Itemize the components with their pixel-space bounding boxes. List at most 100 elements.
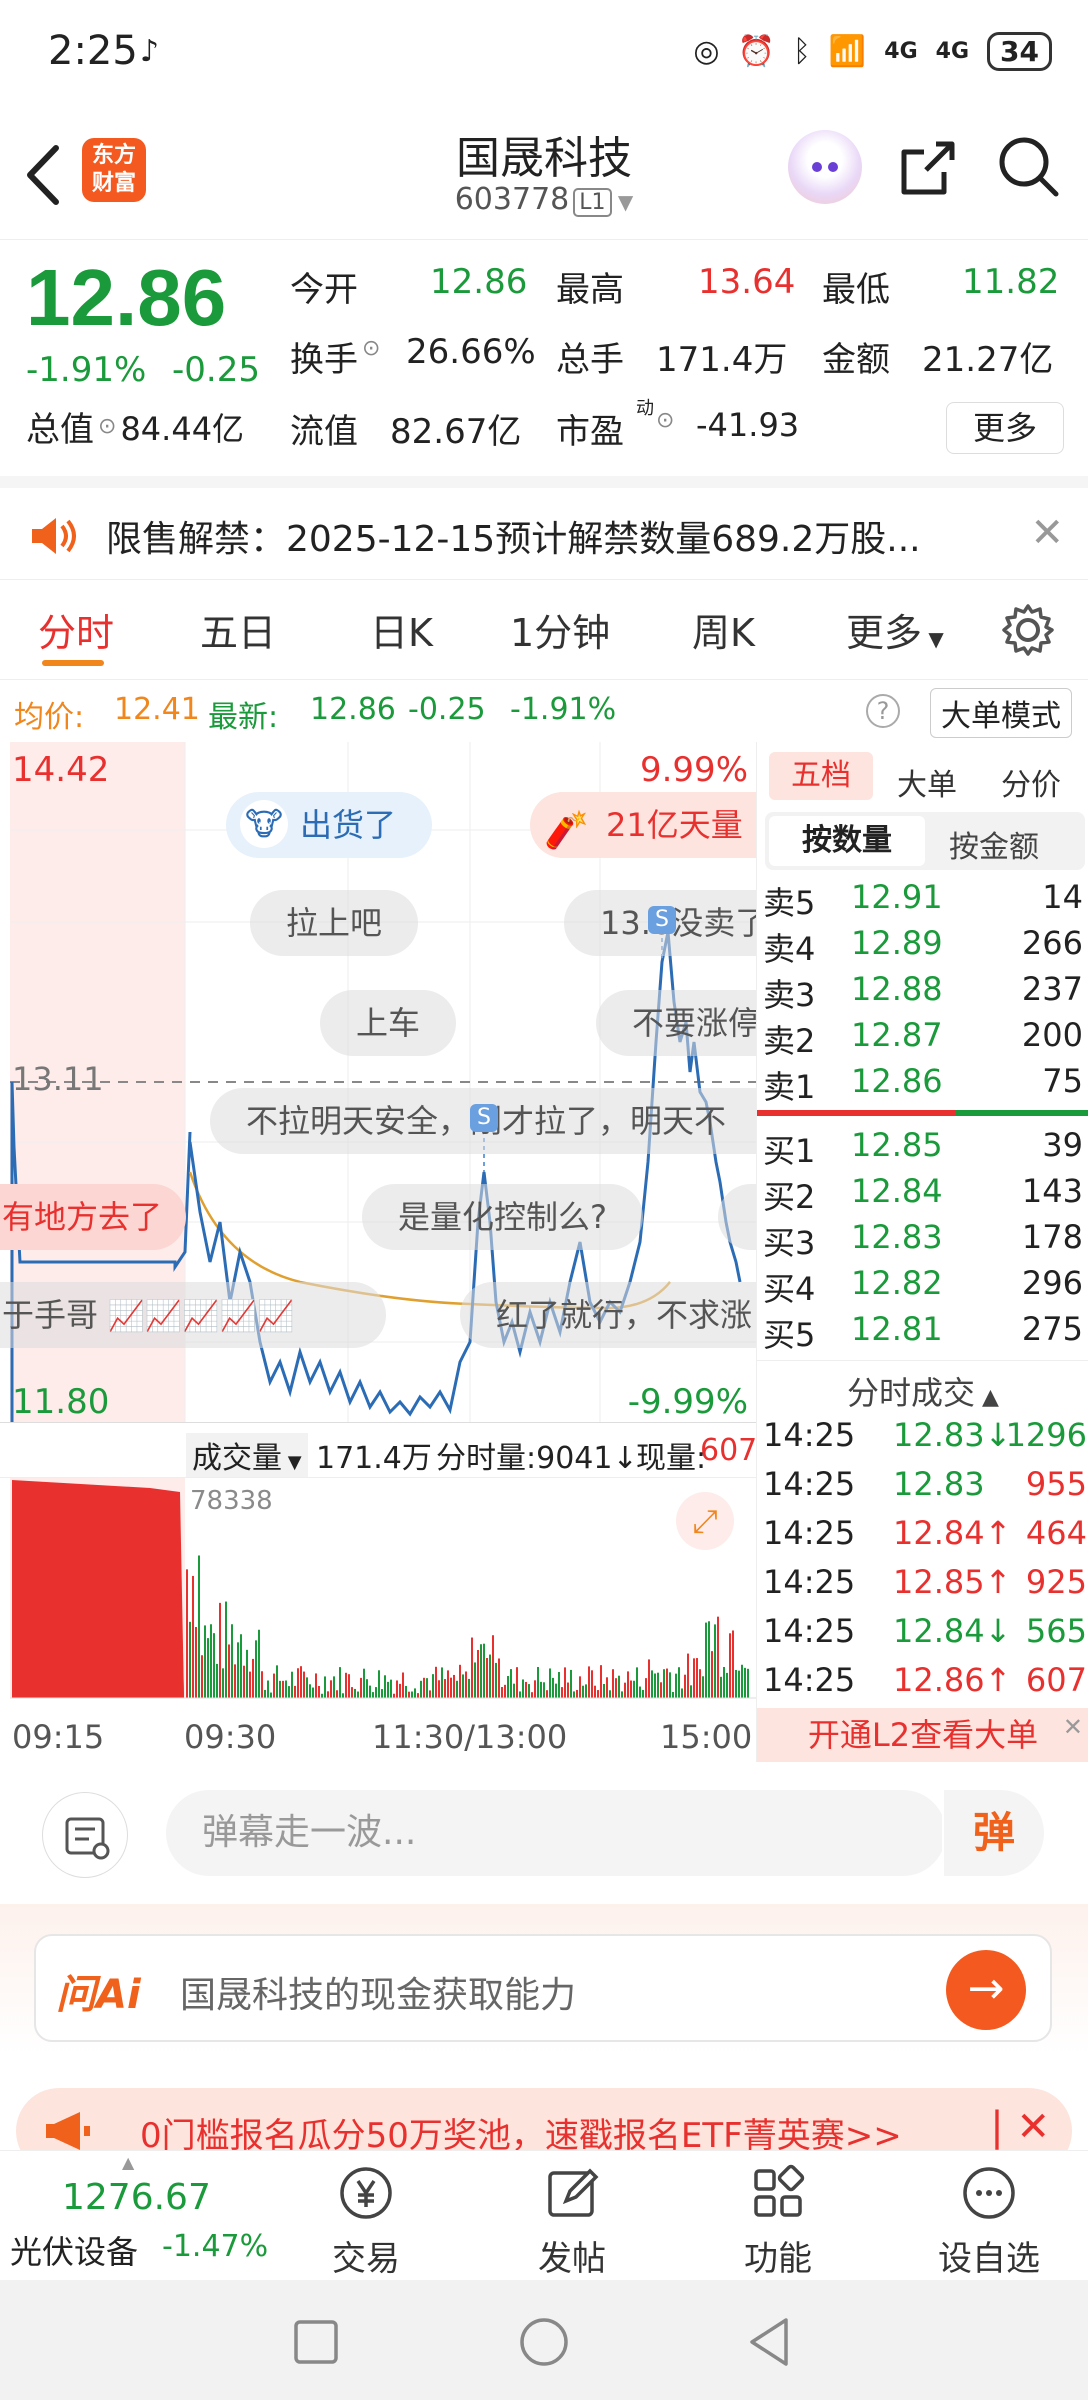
- ask-row-qty: 200: [1021, 1016, 1083, 1054]
- arrow-right-icon[interactable]: →: [946, 1950, 1026, 2030]
- tab-five-levels[interactable]: 五档: [769, 752, 873, 800]
- index-ticker[interactable]: ▲ 1276.67 光伏设备 -1.47%: [0, 2151, 290, 2281]
- volume-bar: [666, 1668, 668, 1698]
- info-icon[interactable]: ⊙: [362, 336, 380, 361]
- volume-bar: [504, 1684, 506, 1698]
- pe-info-icon[interactable]: ⊙: [656, 408, 674, 433]
- trades-title[interactable]: 分时成交 ▲: [757, 1368, 1088, 1414]
- danmaku-toggle-button[interactable]: 弹: [942, 1790, 1044, 1876]
- danmaku-settings-icon[interactable]: [42, 1792, 128, 1878]
- big-order-mode-button[interactable]: 大单模式: [930, 688, 1072, 738]
- volume-bar: [435, 1666, 437, 1698]
- sell-signal-badge[interactable]: S: [470, 1104, 498, 1132]
- home-icon[interactable]: [518, 2316, 570, 2368]
- tab-weekly-k[interactable]: 周K: [692, 602, 755, 657]
- share-icon[interactable]: [898, 138, 958, 198]
- ai-question-box[interactable]: 问Ai 国晟科技的现金获取能力 →: [34, 1934, 1052, 2042]
- sell-signal-badge[interactable]: S: [648, 906, 676, 934]
- settings-gear-icon[interactable]: [1000, 602, 1056, 658]
- trade-time: 14:25: [763, 1514, 856, 1552]
- volume-bar: [675, 1673, 677, 1698]
- expand-icon[interactable]: ⤢: [676, 1492, 734, 1550]
- nav-trade[interactable]: 交易: [306, 2161, 426, 2280]
- volume-period: 分时量:9041↓: [436, 1441, 638, 1476]
- wifi-icon: 📶: [828, 34, 867, 69]
- volume-bar: [744, 1667, 746, 1698]
- search-icon[interactable]: [996, 134, 1060, 198]
- close-icon[interactable]: ✕: [1030, 510, 1064, 556]
- danmaku-bubble[interactable]: 是量化控制么?: [362, 1184, 643, 1250]
- volume-bar: [282, 1680, 284, 1698]
- volume-bar: [594, 1685, 596, 1698]
- bid-row-price: 12.84: [851, 1172, 943, 1210]
- price-info-line: 均价: 12.41 最新: 12.86 -0.25 -1.91% ? 大单模式: [0, 680, 1088, 742]
- danmaku-bubble[interactable]: 不要涨停: [596, 990, 756, 1056]
- tab-by-amount[interactable]: 按金额: [949, 822, 1039, 866]
- nav-post[interactable]: 发帖: [512, 2161, 632, 2280]
- volume-bar: [300, 1666, 302, 1698]
- tiktok-icon: ♪: [140, 34, 160, 69]
- volume-bar: [612, 1669, 614, 1698]
- tab-1min[interactable]: 1分钟: [510, 602, 610, 657]
- danmaku-bubble[interactable]: 🐮 出货了: [226, 792, 433, 858]
- volume-bar: [279, 1680, 281, 1698]
- volume-bar: [534, 1680, 536, 1698]
- volume-bar: [660, 1682, 662, 1698]
- nav-functions[interactable]: 功能: [718, 2161, 838, 2280]
- help-icon[interactable]: ?: [866, 694, 900, 728]
- l2-upgrade-button[interactable]: 开通L2查看大单 ✕: [757, 1708, 1088, 1762]
- volume-selector[interactable]: 成交量 ▼: [186, 1433, 308, 1477]
- volume-bar: [210, 1624, 212, 1698]
- turnover-value: 26.66%: [406, 332, 536, 372]
- tab-price-dist[interactable]: 分价: [1001, 760, 1061, 804]
- danmaku-bubble[interactable]: 红了就行，不求涨: [460, 1282, 756, 1348]
- danmaku-bubble[interactable]: 🧨 21亿天量: [530, 792, 756, 858]
- tab-big-orders[interactable]: 大单: [897, 760, 957, 804]
- nav-add-watchlist[interactable]: 设自选: [924, 2161, 1054, 2280]
- notice-bar[interactable]: 限售解禁：2025-12-15预计解禁数量689.2万股... ✕: [0, 476, 1088, 580]
- volume-bar: [558, 1672, 560, 1698]
- close-icon[interactable]: | ✕: [990, 2104, 1050, 2150]
- danmaku-bubble[interactable]: 拉上吧: [250, 890, 419, 956]
- volume-bar: [231, 1624, 233, 1698]
- volume-bar: [393, 1693, 395, 1698]
- danmaku-bubble[interactable]: 上车: [320, 990, 457, 1056]
- danmaku-input[interactable]: 弹幕走一波...: [166, 1790, 946, 1876]
- volume-bar: [498, 1658, 500, 1698]
- volume-bar: [708, 1621, 710, 1698]
- more-dots-icon: [963, 2167, 1015, 2219]
- bid-row: 买1 12.85 39: [763, 1126, 1083, 1172]
- ask-row: 卖4 12.89 266: [763, 924, 1083, 970]
- volume-bar: [525, 1681, 527, 1698]
- bid-row-label: 买2: [763, 1178, 816, 1216]
- intraday-chart[interactable]: 14.42 9.99% 13.11 11.80 -9.99% 🐮 出货了 🧨 21亿…: [0, 742, 757, 1762]
- time-label: 15:00: [660, 1718, 753, 1756]
- tab-5day[interactable]: 五日: [200, 602, 276, 657]
- volume-bar: [618, 1675, 620, 1698]
- back-nav-icon[interactable]: [746, 2316, 794, 2368]
- volume-bar: [699, 1669, 701, 1698]
- ai-robot-icon[interactable]: [788, 130, 862, 204]
- danmaku-bubble[interactable]: 于手哥 📈📈📈📈📈: [0, 1282, 386, 1348]
- volume-bar: [369, 1685, 371, 1698]
- volume-bar: [648, 1659, 650, 1698]
- volume-bar: [492, 1635, 494, 1698]
- volume-bar: [285, 1680, 287, 1698]
- volume-bar: [591, 1670, 593, 1698]
- volume-bar: [747, 1668, 749, 1698]
- danmaku-bubble[interactable]: 有地方去了: [0, 1184, 186, 1250]
- volume-bar: [312, 1687, 314, 1698]
- more-button[interactable]: 更多: [946, 402, 1064, 454]
- tab-daily-k[interactable]: 日K: [370, 602, 433, 657]
- tab-by-quantity[interactable]: 按数量: [769, 816, 925, 866]
- trade-price: 12.85↑: [893, 1563, 1012, 1601]
- recent-apps-icon[interactable]: [292, 2318, 340, 2366]
- volume-bar: [345, 1672, 347, 1698]
- volume-bar: [546, 1690, 548, 1698]
- volume-bar: [444, 1679, 446, 1698]
- volume-bar: [723, 1667, 725, 1698]
- level-badge[interactable]: L1: [573, 188, 612, 217]
- tab-intraday[interactable]: 分时: [38, 602, 114, 657]
- latest-value: 12.86: [310, 692, 396, 727]
- tab-more[interactable]: 更多 ▼: [846, 602, 944, 657]
